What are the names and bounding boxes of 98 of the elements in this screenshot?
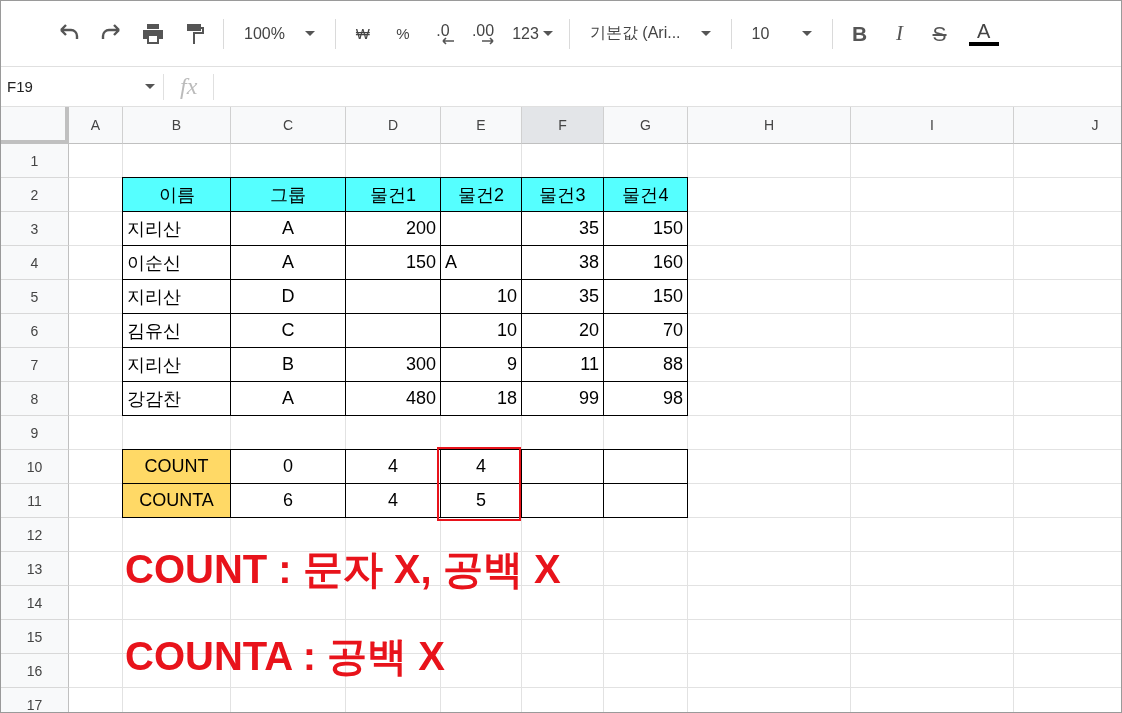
table-cell: 4 xyxy=(346,484,441,518)
table-cell: 300 xyxy=(346,348,441,382)
table-cell: A xyxy=(441,246,522,280)
format-button[interactable]: ₩ xyxy=(345,16,380,51)
column-header[interactable]: D xyxy=(346,107,441,144)
bold-button[interactable]: B xyxy=(842,16,877,51)
table-cell: 강감찬 xyxy=(122,382,231,416)
column-header[interactable]: C xyxy=(231,107,346,144)
table-cell: 물건3 xyxy=(522,177,604,212)
table-cell: 35 xyxy=(522,280,604,314)
caret-icon xyxy=(145,83,155,90)
caret-icon xyxy=(542,30,553,37)
table-cell: 150 xyxy=(604,280,688,314)
name-box[interactable]: F19 xyxy=(1,78,163,95)
table-cell: 35 xyxy=(522,212,604,246)
row-header[interactable]: 13 xyxy=(1,552,69,586)
table-cell: 물건2 xyxy=(441,177,522,212)
row-header[interactable]: 6 xyxy=(1,314,69,348)
row-header[interactable]: 15 xyxy=(1,620,69,654)
row-header[interactable]: 4 xyxy=(1,246,69,280)
table-cell: 5 xyxy=(441,484,522,518)
column-header[interactable]: A xyxy=(69,107,123,144)
annotation-text: COUNTA : 공백 X xyxy=(125,634,445,678)
decrease-decimal-button[interactable]: .0 xyxy=(425,16,460,51)
table-cell: 480 xyxy=(346,382,441,416)
table-cell: 88 xyxy=(604,348,688,382)
row-header[interactable]: 14 xyxy=(1,586,69,620)
row-header[interactable]: 1 xyxy=(1,144,69,178)
row-header[interactable]: 16 xyxy=(1,654,69,688)
dropdown[interactable]: 기본값 (Ari... xyxy=(579,16,721,51)
row-header[interactable]: 7 xyxy=(1,348,69,382)
row-header[interactable]: 9 xyxy=(1,416,69,450)
row-header[interactable]: 5 xyxy=(1,280,69,314)
format-button[interactable]: % xyxy=(385,16,420,51)
format-menu-button[interactable]: 123 xyxy=(506,16,559,51)
table-cell: 지리산 xyxy=(122,212,231,246)
table-cell: 지리산 xyxy=(122,348,231,382)
table-cell: 4 xyxy=(441,449,522,484)
column-header[interactable]: E xyxy=(441,107,522,144)
table-cell: 이순신 xyxy=(122,246,231,280)
table-cell: COUNTA xyxy=(122,484,231,518)
table-cell: 160 xyxy=(604,246,688,280)
table-cell: A xyxy=(231,246,346,280)
table-cell: 20 xyxy=(522,314,604,348)
annotation-text: COUNT : 문자 X, 공백 X xyxy=(125,547,561,591)
column-header[interactable]: F xyxy=(522,107,604,144)
row-header[interactable]: 11 xyxy=(1,484,69,518)
table-cell: 10 xyxy=(441,280,522,314)
table-cell: D xyxy=(231,280,346,314)
table-cell: 98 xyxy=(604,382,688,416)
fx-label: fx xyxy=(179,73,199,100)
table-cell: 지리산 xyxy=(122,280,231,314)
column-header[interactable]: B xyxy=(123,107,231,144)
table-cell: 6 xyxy=(231,484,346,518)
row-header[interactable]: 8 xyxy=(1,382,69,416)
row-header[interactable]: 2 xyxy=(1,178,69,212)
table-cell: 200 xyxy=(346,212,441,246)
row-header[interactable]: 17 xyxy=(1,688,69,712)
column-header[interactable]: G xyxy=(604,107,688,144)
right-arrow-icon xyxy=(482,36,495,45)
row-header[interactable]: 10 xyxy=(1,450,69,484)
column-header[interactable]: J xyxy=(1014,107,1121,144)
caret-icon xyxy=(304,30,315,37)
table-cell: 11 xyxy=(522,348,604,382)
table-cell: 김유신 xyxy=(122,314,231,348)
table-cell: 70 xyxy=(604,314,688,348)
table-cell: A xyxy=(231,212,346,246)
caret-icon xyxy=(700,30,711,37)
table-cell: 150 xyxy=(604,212,688,246)
row-header[interactable]: 12 xyxy=(1,518,69,552)
increase-decimal-button[interactable]: .00 xyxy=(465,16,501,51)
table-cell: 그룹 xyxy=(231,177,346,212)
table-cell: 18 xyxy=(441,382,522,416)
text-color-button[interactable]: A xyxy=(962,16,1005,51)
table-cell: C xyxy=(231,314,346,348)
table-cell: 4 xyxy=(346,449,441,484)
row-header[interactable]: 3 xyxy=(1,212,69,246)
table-cell: 이름 xyxy=(122,177,231,212)
table-cell: 99 xyxy=(522,382,604,416)
column-header[interactable]: H xyxy=(688,107,851,144)
table-cell: 9 xyxy=(441,348,522,382)
print-icon xyxy=(141,21,165,46)
table-cell: 150 xyxy=(346,246,441,280)
table-cell: COUNT xyxy=(122,449,231,484)
table-cell: 물건4 xyxy=(604,177,688,212)
left-arrow-icon xyxy=(441,36,454,45)
table-cell: 38 xyxy=(522,246,604,280)
table-cell: 0 xyxy=(231,449,346,484)
dropdown[interactable]: 100% xyxy=(234,16,325,51)
italic-button[interactable]: I xyxy=(882,16,917,51)
column-header[interactable]: I xyxy=(851,107,1014,144)
dropdown[interactable]: 10 xyxy=(741,16,822,51)
caret-icon xyxy=(801,30,812,37)
table-cell: B xyxy=(231,348,346,382)
table-cell: 10 xyxy=(441,314,522,348)
table-cell: 물건1 xyxy=(346,177,441,212)
table-cell: A xyxy=(231,382,346,416)
strikethrough-button[interactable]: S xyxy=(922,16,957,51)
